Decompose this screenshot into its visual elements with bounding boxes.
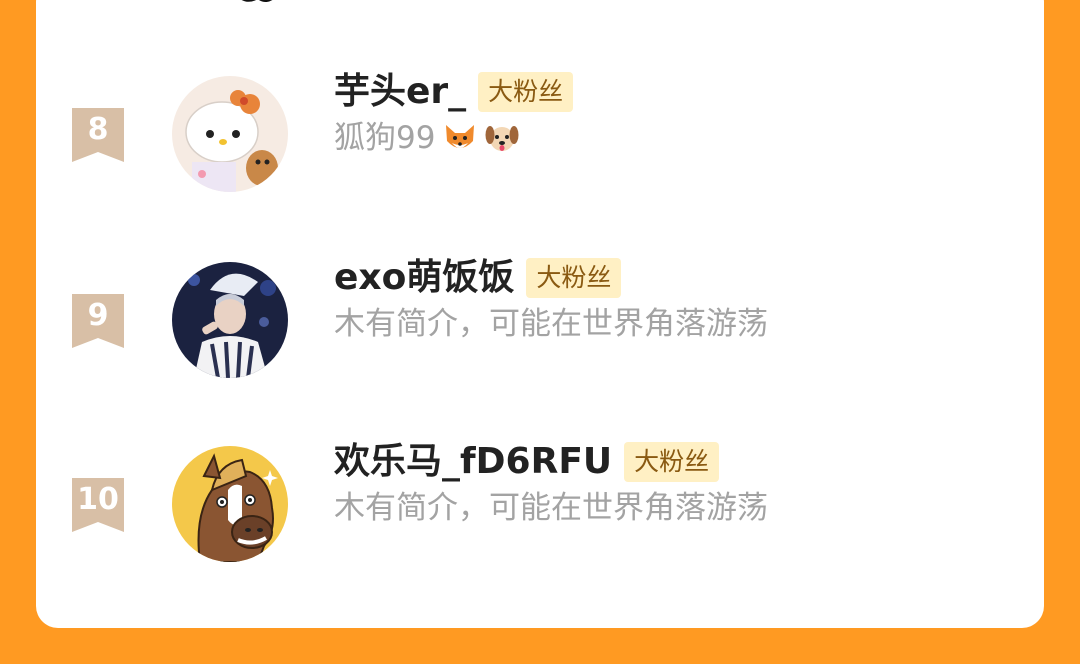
fan-ranking-card: 8 芋头er_ 大粉丝 狐狗99 9 exo萌饭饭 大粉丝 木有简介，可能在世界…: [36, 0, 1044, 628]
rank-badge: 9: [72, 294, 124, 348]
username[interactable]: 芋头er_: [334, 70, 466, 114]
fox-emoji-icon: [443, 121, 477, 155]
fan-row-9[interactable]: 9 exo萌饭饭 大粉丝 木有简介，可能在世界角落游荡: [36, 256, 1044, 378]
fan-level-badge: 大粉丝: [526, 258, 622, 298]
bio: 木有简介，可能在世界角落游荡: [334, 488, 768, 528]
name-line: 欢乐马_fD6RFU 大粉丝: [334, 440, 720, 484]
bio-text: 木有简介，可能在世界角落游荡: [334, 490, 768, 526]
bio-text: 狐狗99: [334, 120, 436, 156]
avatar[interactable]: [172, 262, 288, 378]
username[interactable]: exo萌饭饭: [334, 256, 514, 300]
rank-number: 10: [77, 482, 119, 517]
hello-kitty-avatar-icon: [172, 76, 288, 192]
username[interactable]: 欢乐马_fD6RFU: [334, 440, 612, 484]
cartoon-horse-avatar-icon: [172, 446, 288, 562]
name-line: 芋头er_ 大粉丝: [334, 70, 574, 114]
bio: 木有简介，可能在世界角落游荡: [334, 304, 768, 344]
previous-avatar-fragment: [232, 0, 296, 6]
fan-row-10[interactable]: 10 欢乐马_fD6RFU 大粉丝 木有简介，可能在世界角落游荡: [36, 440, 1044, 562]
bio-text: 木有简介，可能在世界角落游荡: [334, 306, 768, 342]
avatar[interactable]: [172, 76, 288, 192]
rank-badge: 8: [72, 108, 124, 162]
rank-badge: 10: [72, 478, 124, 532]
fan-level-badge: 大粉丝: [624, 442, 720, 482]
dog-emoji-icon: [485, 121, 519, 155]
fan-row-8[interactable]: 8 芋头er_ 大粉丝 狐狗99: [36, 70, 1044, 192]
rank-number: 8: [87, 112, 109, 147]
name-line: exo萌饭饭 大粉丝: [334, 256, 622, 300]
avatar[interactable]: [172, 446, 288, 562]
fan-level-badge: 大粉丝: [478, 72, 574, 112]
performer-photo-avatar-icon: [172, 262, 288, 378]
bio: 狐狗99: [334, 118, 519, 158]
rank-number: 9: [87, 298, 109, 333]
